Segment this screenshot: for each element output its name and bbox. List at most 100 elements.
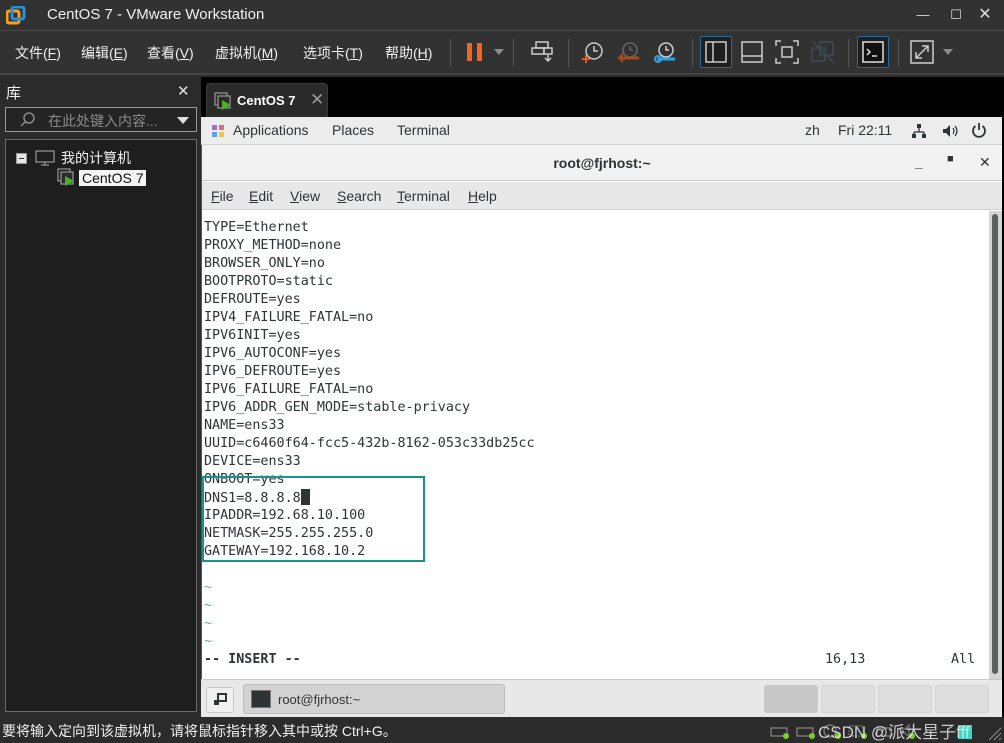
search-icon xyxy=(20,112,35,127)
minimize-button[interactable]: — xyxy=(913,6,933,24)
toolbar-separator xyxy=(513,39,514,67)
snapshot-manager-button[interactable] xyxy=(649,36,681,68)
pause-icon xyxy=(467,43,482,61)
thumbnail-bar-button[interactable] xyxy=(736,36,768,68)
terminal-menubar: File Edit View Search Terminal Help xyxy=(202,182,1002,210)
gnome-window-list: root@fjrhost:~ xyxy=(201,679,1002,717)
maximize-button[interactable]: ☐ xyxy=(946,6,966,24)
workspace-4[interactable] xyxy=(935,685,989,713)
terminal-scrollbar[interactable] xyxy=(989,211,1002,679)
show-desktop-button[interactable] xyxy=(206,687,234,713)
file-line: IPV6_FAILURE_FATAL=no xyxy=(204,382,374,397)
library-tree: 我的计算机 CentOS 7 xyxy=(5,139,197,712)
terminal-menu-search[interactable]: Search xyxy=(337,188,381,204)
vim-cursor-position: 16,13 xyxy=(825,652,866,667)
file-line: IPV4_FAILURE_FATAL=no xyxy=(204,310,374,325)
vm-icon xyxy=(214,92,231,110)
terminal-minimize-button[interactable]: _ xyxy=(915,154,923,170)
toolbar-separator xyxy=(692,39,693,67)
unity-button[interactable] xyxy=(807,36,839,68)
terminal-body[interactable]: TYPE=Ethernet PROXY_METHOD=none BROWSER_… xyxy=(202,211,989,679)
terminal-menu-view[interactable]: View xyxy=(290,188,320,204)
collapse-toggle[interactable] xyxy=(16,152,27,164)
status-message: 要将输入定向到该虚拟机，请将鼠标指针移入其中或按 Ctrl+G。 xyxy=(2,723,397,739)
snapshot-manager-icon xyxy=(654,42,675,63)
taskbar-terminal-button[interactable]: root@fjrhost:~ xyxy=(243,684,505,714)
pause-dropdown[interactable] xyxy=(494,49,504,55)
hard-disk-icon[interactable] xyxy=(796,723,818,739)
library-close-button[interactable]: ✕ xyxy=(177,82,190,100)
highlight-annotation-box xyxy=(202,476,425,562)
send-ctrl-alt-del-button[interactable] xyxy=(527,36,559,68)
computer-icon xyxy=(35,150,55,166)
library-title: 库 xyxy=(6,85,22,102)
volume-icon[interactable] xyxy=(942,123,960,139)
stretch-guest-icon xyxy=(910,40,934,64)
file-line: NAME=ens33 xyxy=(204,418,285,433)
vmware-logo-icon xyxy=(6,6,26,25)
revert-snapshot-icon xyxy=(617,42,639,63)
workspace-3[interactable] xyxy=(878,685,932,713)
stretch-dropdown[interactable] xyxy=(943,49,953,55)
pause-button[interactable] xyxy=(459,36,491,68)
menu-edit[interactable]: 编辑(E) xyxy=(81,43,128,63)
tab-centos7[interactable]: CentOS 7 ✕ xyxy=(206,83,328,117)
applications-menu[interactable]: Applications xyxy=(233,122,309,138)
file-line: IPV6_AUTOCONF=yes xyxy=(204,346,342,361)
show-library-icon xyxy=(705,41,727,63)
file-line: BROWSER_ONLY=no xyxy=(204,256,325,271)
hard-disk-icon[interactable] xyxy=(770,723,792,739)
console-view-icon xyxy=(862,41,884,63)
library-search-input[interactable]: 在此处键入内容... xyxy=(5,107,197,132)
terminal-maximize-button[interactable]: ■ xyxy=(947,153,954,165)
places-menu[interactable]: Places xyxy=(332,122,374,138)
input-method-indicator[interactable]: zh xyxy=(805,122,820,138)
file-line: IPV6_DEFROUTE=yes xyxy=(204,364,342,379)
file-line: BOOTPROTO=static xyxy=(204,274,333,289)
power-icon[interactable] xyxy=(971,122,987,138)
terminal-close-button[interactable]: ✕ xyxy=(979,154,991,171)
empty-line-marker: ~ xyxy=(204,598,213,613)
tab-close-button[interactable]: ✕ xyxy=(310,90,324,110)
full-screen-button[interactable] xyxy=(771,36,803,68)
resize-grip-icon[interactable] xyxy=(986,725,1002,741)
file-line: IPV6INIT=yes xyxy=(204,328,301,343)
vim-scroll-position: All xyxy=(951,652,976,667)
tree-item-centos7[interactable]: CentOS 7 xyxy=(57,168,147,188)
stretch-guest-button[interactable] xyxy=(906,36,938,68)
guest-screen[interactable]: Applications Places Terminal zh Fri 22:1… xyxy=(201,117,1002,717)
terminal-menu-edit[interactable]: Edit xyxy=(249,188,273,204)
window-title: CentOS 7 - VMware Workstation xyxy=(47,6,265,23)
unity-icon xyxy=(811,40,835,64)
taskbar-label: root@fjrhost:~ xyxy=(278,692,361,707)
scrollbar-thumb[interactable] xyxy=(992,214,998,674)
terminal-menu-terminal[interactable]: Terminal xyxy=(397,188,450,204)
clock[interactable]: Fri 22:11 xyxy=(838,122,892,138)
library-panel: 库 ✕ 在此处键入内容... 我的计算机 CentOS 7 xyxy=(0,77,199,717)
take-snapshot-button[interactable] xyxy=(577,36,609,68)
empty-line-marker: ~ xyxy=(204,616,213,631)
show-desktop-icon xyxy=(214,693,227,705)
tab-label: CentOS 7 xyxy=(237,93,296,108)
revert-snapshot-button[interactable] xyxy=(613,36,645,68)
tree-item-my-computer[interactable]: 我的计算机 xyxy=(16,148,131,168)
terminal-icon xyxy=(251,690,271,708)
menu-view[interactable]: 查看(V) xyxy=(147,43,194,63)
menu-vm[interactable]: 虚拟机(M) xyxy=(215,43,278,63)
chevron-down-icon[interactable] xyxy=(177,117,189,124)
console-view-button[interactable] xyxy=(857,36,889,68)
terminal-menu-help[interactable]: Help xyxy=(468,188,497,204)
menu-help[interactable]: 帮助(H) xyxy=(385,43,432,63)
close-window-button[interactable]: ✕ xyxy=(975,6,995,24)
terminal-menu-file[interactable]: File xyxy=(211,188,234,204)
network-icon[interactable] xyxy=(911,123,927,139)
show-library-button[interactable] xyxy=(700,36,732,68)
menu-tabs[interactable]: 选项卡(T) xyxy=(303,43,363,63)
terminal-app-menu[interactable]: Terminal xyxy=(397,122,450,138)
workspace-1[interactable] xyxy=(764,685,818,713)
gnome-foot-icon xyxy=(212,125,224,137)
menu-toolbar: 文件(F) 编辑(E) 查看(V) 虚拟机(M) 选项卡(T) 帮助(H) xyxy=(0,31,1004,75)
menu-file[interactable]: 文件(F) xyxy=(15,43,61,63)
workspace-2[interactable] xyxy=(821,685,875,713)
file-line: IPV6_ADDR_GEN_MODE=stable-privacy xyxy=(204,400,471,415)
